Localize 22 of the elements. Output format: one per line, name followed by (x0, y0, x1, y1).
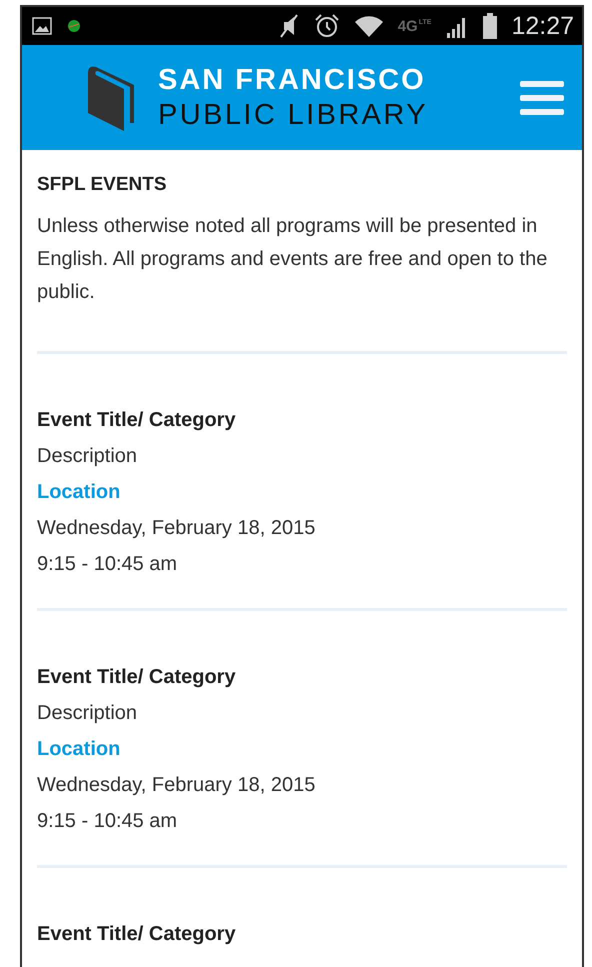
library-name: PUBLIC LIBRARY (158, 98, 429, 132)
library-name: SAN FRANCISCO (158, 62, 427, 96)
event-date: Wednesday, February 18, 2015 (37, 516, 316, 541)
book-icon (88, 64, 136, 130)
clock-time: 12:27 (511, 12, 574, 40)
battery-icon (483, 13, 498, 39)
mute-icon (278, 13, 300, 39)
event-title[interactable]: Event Title/ Category (37, 402, 567, 438)
wifi-icon (354, 14, 384, 38)
event-time: 9:15 - 10:45 am (37, 809, 178, 834)
picture-icon (32, 17, 52, 35)
intro-paragraph: Unless otherwise noted all programs will be presented in English. All programs and events are free and open to the public. (37, 214, 548, 305)
event-title[interactable]: Event Title/ Category (37, 916, 567, 952)
alarm-icon (314, 13, 340, 39)
section-heading: SFPL EVENTS (37, 174, 168, 196)
event-title[interactable]: Event Title/ Category (37, 659, 567, 695)
event-time: 9:15 - 10:45 am (37, 552, 178, 577)
event-date: Wednesday, February 18, 2015 (37, 773, 316, 798)
event-description: Description (37, 701, 138, 726)
menu-icon[interactable] (520, 80, 564, 114)
event-description: Description (37, 444, 138, 469)
globe-icon (66, 18, 82, 34)
